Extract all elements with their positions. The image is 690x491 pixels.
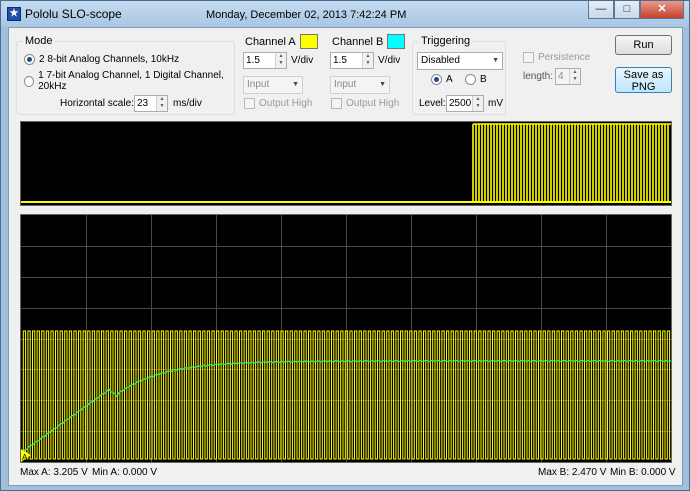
window-title: Pololu SLO-scope: [25, 7, 122, 21]
trigger-mode-value: Disabled: [421, 55, 460, 66]
channel-a-input-value: Input: [247, 79, 270, 90]
spin-up-icon[interactable]: ▲: [157, 96, 167, 103]
spin-down-icon[interactable]: ▼: [363, 60, 373, 67]
close-button[interactable]: ✕: [640, 1, 684, 19]
channel-b-vdiv-spinner[interactable]: ▲ ▼: [362, 53, 373, 68]
maximize-button[interactable]: □: [614, 1, 640, 19]
persistence-length-label: length:: [523, 71, 554, 82]
capture-date: Monday, December 02, 2013 7:42:24 PM: [206, 9, 407, 21]
max-b-readout: Max B: 2.470 V: [538, 467, 607, 478]
run-button[interactable]: Run: [615, 35, 672, 55]
minimize-button[interactable]: —: [588, 1, 614, 19]
spin-up-icon[interactable]: ▲: [363, 53, 373, 60]
channel-b-vdiv-unit: V/div: [378, 55, 401, 66]
mode-option-digital[interactable]: 1 7-bit Analog Channel, 1 Digital Channe…: [24, 70, 234, 92]
triggering-group: Triggering Disabled ▼ A B Level: 2500 ▲ ▼…: [412, 35, 506, 115]
channel-a-label: Channel A: [245, 36, 296, 48]
digital-trace-burst: [472, 123, 671, 202]
persistence-length-value: 4: [558, 71, 564, 82]
spin-down-icon[interactable]: ▼: [570, 76, 580, 83]
spin-down-icon[interactable]: ▼: [473, 103, 483, 110]
channel-b-label: Channel B: [332, 36, 384, 48]
max-a-readout: Max A: 3.205 V: [20, 467, 88, 478]
hscale-input[interactable]: 23 ▲ ▼: [134, 95, 168, 112]
hscale-unit: ms/div: [173, 98, 202, 109]
channel-b-output-high-label: Output High: [346, 98, 400, 109]
channel-b-input-value: Input: [334, 79, 357, 90]
hscale-spinner[interactable]: ▲ ▼: [156, 96, 167, 111]
trigger-channel-b[interactable]: B: [465, 74, 487, 85]
channel-b-output-high-checkbox[interactable]: [331, 98, 342, 109]
channel-a-vdiv-spinner[interactable]: ▲ ▼: [275, 53, 286, 68]
channel-a-output-high[interactable]: Output High: [244, 98, 312, 109]
min-b-readout: Min B: 0.000 V: [610, 467, 676, 478]
window-controls: — □ ✕: [588, 1, 684, 20]
triggering-legend: Triggering: [419, 35, 473, 47]
mode-group: Mode 2 8-bit Analog Channels, 10kHz 1 7-…: [16, 35, 235, 115]
radio-mode-1[interactable]: [24, 54, 35, 65]
analog-scope-panel: A: [20, 214, 673, 463]
persistence-checkbox[interactable]: [523, 52, 534, 63]
persistence-length-spinner[interactable]: ▲ ▼: [569, 69, 580, 84]
channel-a-color-swatch[interactable]: [300, 34, 318, 49]
mode-option-1-label: 2 8-bit Analog Channels, 10kHz: [39, 54, 180, 65]
mode-option-2-label: 1 7-bit Analog Channel, 1 Digital Channe…: [38, 70, 224, 92]
title-bar[interactable]: ★ Pololu SLO-scope Monday, December 02, …: [1, 1, 689, 27]
channel-b-color-swatch[interactable]: [387, 34, 405, 49]
analog-scope: A: [20, 215, 673, 462]
channel-a-output-high-checkbox[interactable]: [244, 98, 255, 109]
channel-b-vdiv-value: 1.5: [333, 55, 347, 66]
channel-a-vdiv-value: 1.5: [246, 55, 260, 66]
save-png-button[interactable]: Save as PNG: [615, 67, 672, 93]
trigger-channel-b-label: B: [480, 74, 487, 85]
channel-b-output-high[interactable]: Output High: [331, 98, 399, 109]
pololu-star-icon: ★: [7, 7, 21, 21]
radio-trigger-b[interactable]: [465, 74, 476, 85]
trigger-level-input[interactable]: 2500 ▲ ▼: [446, 95, 484, 112]
radio-mode-2[interactable]: [24, 75, 35, 87]
spin-down-icon[interactable]: ▼: [276, 60, 286, 67]
trigger-channel-a[interactable]: A: [431, 74, 453, 85]
trigger-level-unit: mV: [488, 98, 503, 109]
persistence-option[interactable]: Persistence: [523, 52, 590, 63]
spin-down-icon[interactable]: ▼: [157, 103, 167, 110]
client-area: Mode 2 8-bit Analog Channels, 10kHz 1 7-…: [8, 27, 683, 486]
channel-b-vdiv-input[interactable]: 1.5 ▲ ▼: [330, 52, 374, 69]
hscale-value: 23: [137, 98, 149, 109]
trigger-mode-select[interactable]: Disabled ▼: [417, 52, 503, 70]
channel-b-input-select[interactable]: Input ▼: [330, 76, 390, 94]
digital-trace: [21, 123, 671, 203]
channel-a-vdiv-unit: V/div: [291, 55, 314, 66]
mode-legend: Mode: [23, 35, 55, 47]
mode-option-analog[interactable]: 2 8-bit Analog Channels, 10kHz: [24, 54, 179, 65]
channel-a-vdiv-input[interactable]: 1.5 ▲ ▼: [243, 52, 287, 69]
trigger-level-label: Level:: [419, 98, 446, 109]
radio-trigger-a[interactable]: [431, 74, 442, 85]
hscale-label: Horizontal scale:: [60, 98, 134, 109]
channel-a-input-select[interactable]: Input ▼: [243, 76, 303, 94]
digital-trace-panel: [20, 121, 672, 206]
chevron-down-icon: ▼: [292, 81, 299, 88]
spin-up-icon[interactable]: ▲: [570, 69, 580, 76]
trigger-level-value: 2500: [449, 98, 472, 109]
min-a-readout: Min A: 0.000 V: [92, 467, 158, 478]
persistence-label: Persistence: [538, 52, 591, 63]
spin-up-icon[interactable]: ▲: [473, 96, 483, 103]
trigger-level-spinner[interactable]: ▲ ▼: [472, 96, 483, 111]
chevron-down-icon: ▼: [492, 57, 499, 64]
channel-a-output-high-label: Output High: [259, 98, 313, 109]
trigger-marker-label: A: [22, 453, 28, 462]
chevron-down-icon: ▼: [379, 81, 386, 88]
app-window: ★ Pololu SLO-scope Monday, December 02, …: [0, 0, 690, 491]
spin-up-icon[interactable]: ▲: [276, 53, 286, 60]
trigger-channel-a-label: A: [446, 74, 453, 85]
persistence-length-input[interactable]: 4 ▲ ▼: [555, 68, 581, 85]
